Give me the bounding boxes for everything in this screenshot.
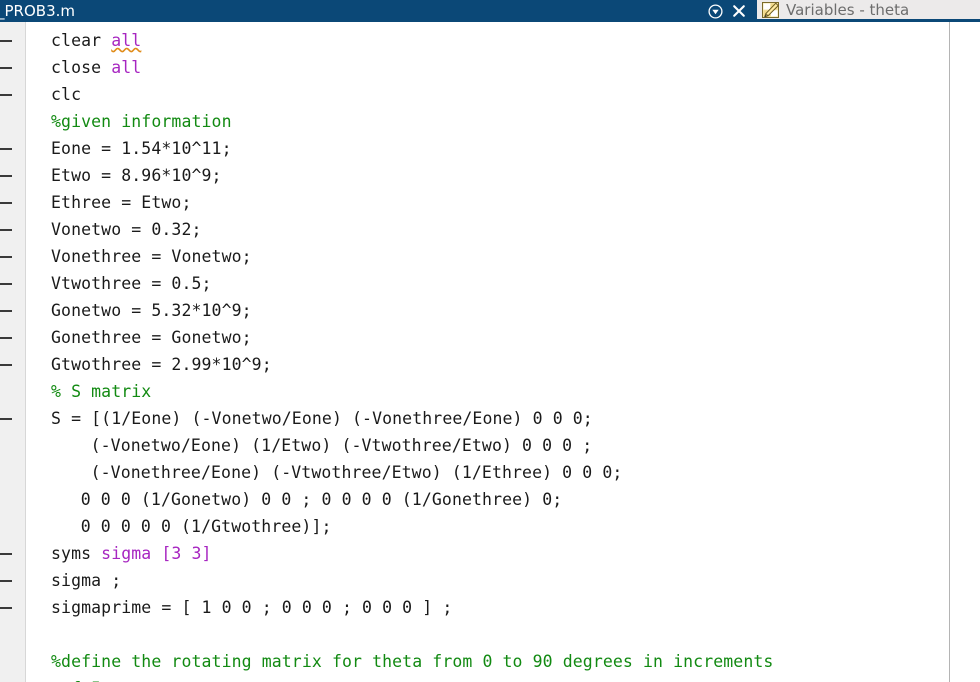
tab-variables-theta[interactable]: Variables - theta (757, 0, 980, 22)
code-token-keyword: sigma (101, 544, 162, 563)
code-token-warn: all (111, 31, 142, 50)
editor-titlebar[interactable]: _PROB3.m (0, 0, 757, 22)
code-line[interactable]: Gonetwo = 5.32*10^9; (51, 297, 252, 324)
code-token-plain: Vtwothree = 0.5; (51, 274, 212, 293)
editor-body: clear all close all clc %given information E… (0, 22, 980, 682)
code-line[interactable]: Eone = 1.54*10^11; (51, 135, 232, 162)
code-token-comment: % S matrix (51, 382, 152, 401)
code-line[interactable]: Ethree = Etwo; (51, 189, 191, 216)
code-line[interactable]: Etwo = 8.96*10^9; (51, 162, 222, 189)
code-token-plain: S = [(1/Eone) (-Vonetwo/Eone) (-Vonethre… (51, 409, 593, 428)
code-token-comment: %given information (51, 112, 232, 131)
code-line[interactable]: close all (51, 54, 141, 81)
code-line[interactable]: 0 0 0 (1/Gonetwo) 0 0 ; 0 0 0 0 (1/Gonet… (81, 486, 563, 513)
dock-menu-icon[interactable] (707, 3, 723, 19)
code-token-plain: Vonethree = Vonetwo; (51, 247, 252, 266)
code-token-plain: 0 0 0 0 0 (1/Gtwothree)]; (80, 517, 332, 536)
code-token-plain: (-Vonetwo/Eone) (1/Etwo) (-Vtwothree/Etw… (90, 436, 593, 455)
titlebar-actions (707, 3, 757, 19)
code-token-keyword: all (111, 58, 142, 77)
code-token-plain: Gonetwo = 5.32*10^9; (51, 301, 252, 320)
code-line[interactable]: clc (51, 81, 81, 108)
code-line[interactable]: sigma ; (51, 567, 121, 594)
variable-editor-icon (762, 1, 779, 18)
code-line[interactable]: %of 5 (51, 675, 101, 682)
code-line[interactable]: %define the rotating matrix for theta fr… (51, 648, 773, 675)
code-token-plain: Etwo = 8.96*10^9; (51, 166, 222, 185)
code-token-plain: Eone = 1.54*10^11; (51, 139, 232, 158)
code-line[interactable]: Vonetwo = 0.32; (51, 216, 202, 243)
code-line[interactable]: syms sigma [3 3] (51, 540, 212, 567)
code-line[interactable]: Gonethree = Gonetwo; (51, 324, 252, 351)
code-line[interactable]: %given information (51, 108, 232, 135)
right-panel-filler (951, 22, 980, 682)
code-token-plain: (-Vonethree/Eone) (-Vtwothree/Etwo) (1/E… (90, 463, 623, 482)
code-token-plain: Gtwothree = 2.99*10^9; (51, 355, 272, 374)
tab-variables-theta-label: Variables - theta (786, 0, 910, 19)
code-token-plain: Vonetwo = 0.32; (51, 220, 202, 239)
code-line[interactable]: % S matrix (51, 378, 151, 405)
code-line[interactable]: (-Vonetwo/Eone) (1/Etwo) (-Vtwothree/Etw… (91, 432, 593, 459)
code-token-plain: 0 0 0 (1/Gonetwo) 0 0 ; 0 0 0 0 (1/Gonet… (80, 490, 563, 509)
code-line[interactable]: S = [(1/Eone) (-Vonetwo/Eone) (-Vonethre… (51, 405, 593, 432)
code-token-keyword: [3 3] (161, 544, 212, 563)
code-line[interactable]: clear all (51, 27, 141, 54)
code-token-plain: sigmaprime = [ 1 0 0 ; 0 0 0 ; 0 0 0 ] ; (51, 598, 453, 617)
window-titlebar-row: _PROB3.m Variables - theta (0, 0, 980, 22)
code-token-plain: clear (51, 31, 112, 50)
code-line[interactable]: sigmaprime = [ 1 0 0 ; 0 0 0 ; 0 0 0 ] ; (51, 594, 452, 621)
code-token-plain: sigma ; (51, 571, 122, 590)
code-line[interactable]: (-Vonethree/Eone) (-Vtwothree/Etwo) (1/E… (91, 459, 623, 486)
code-token-plain: close (51, 58, 112, 77)
code-token-plain: Gonethree = Gonetwo; (51, 328, 252, 347)
code-token-plain: Ethree = Etwo; (51, 193, 192, 212)
code-editor-pane[interactable]: clear all close all clc %given information E… (0, 22, 950, 682)
close-icon[interactable] (731, 3, 747, 19)
code-token-plain: clc (51, 85, 82, 104)
code-line[interactable]: Gtwothree = 2.99*10^9; (51, 351, 272, 378)
code-line[interactable]: Vonethree = Vonetwo; (51, 243, 252, 270)
code-line[interactable]: 0 0 0 0 0 (1/Gtwothree)]; (81, 513, 332, 540)
code-token-plain: syms (51, 544, 102, 563)
document-title: _PROB3.m (0, 2, 75, 20)
code-text-area[interactable]: clear all close all clc %given information E… (0, 22, 949, 682)
code-token-comment: %define the rotating matrix for theta fr… (51, 652, 774, 671)
code-line[interactable]: Vtwothree = 0.5; (51, 270, 212, 297)
